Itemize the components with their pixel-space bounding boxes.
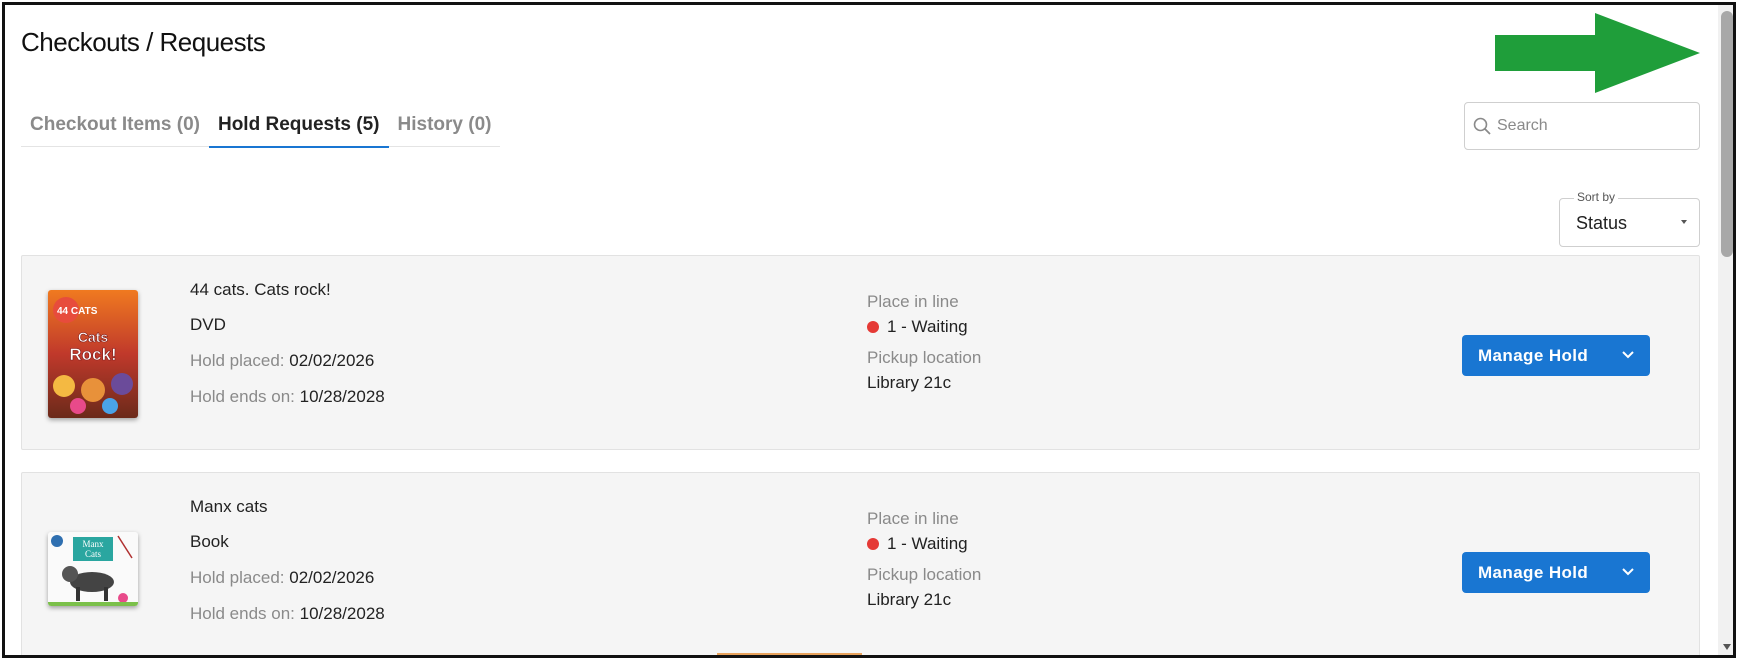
sort-label: Sort by (1574, 190, 1619, 204)
cover-image[interactable]: 44 CATS Cats Rock! (48, 290, 138, 418)
dvd-cover-art: 44 CATS Cats Rock! (48, 290, 138, 418)
search-box[interactable] (1464, 102, 1700, 150)
hold-ends-label: Hold ends on: (190, 387, 295, 406)
svg-text:Manx: Manx (83, 539, 104, 549)
page-title: Checkouts / Requests (21, 27, 266, 57)
pickup-location-label: Pickup location (867, 565, 982, 584)
scrollbar-thumb[interactable] (1721, 11, 1733, 257)
svg-text:Rock!: Rock! (69, 345, 116, 364)
sort-value: Status (1576, 213, 1628, 233)
pickup-location-label: Pickup location (867, 348, 982, 367)
tab-checkout-items[interactable]: Checkout Items (0) (21, 105, 209, 147)
cover-logo: 44 CATS (57, 306, 98, 317)
vertical-scrollbar[interactable] (1718, 5, 1733, 655)
scroll-indicator (717, 653, 862, 655)
book-cover-art: Manx Cats (48, 532, 138, 606)
place-in-line-value: 1 - Waiting (887, 317, 968, 336)
manage-hold-button[interactable]: Manage Hold (1462, 335, 1650, 376)
hold-card: Manx Cats Manx cats Book Hold placed: 02… (21, 472, 1700, 655)
hold-ends-date: 10/28/2028 (299, 604, 385, 623)
tab-history[interactable]: History (0) (389, 105, 501, 147)
tab-hold-requests[interactable]: Hold Requests (5) (208, 105, 389, 148)
scroll-down-arrow-icon[interactable] (1723, 644, 1731, 650)
chevron-down-icon (1622, 351, 1634, 359)
hold-placed-date: 02/02/2026 (289, 568, 375, 587)
hold-placed-label: Hold placed: (190, 568, 285, 587)
item-title[interactable]: Manx cats (190, 497, 267, 517)
manage-hold-label: Manage Hold (1478, 345, 1589, 365)
search-input[interactable] (1497, 117, 1687, 135)
place-in-line: 1 - Waiting (867, 534, 968, 554)
caret-down-icon (1681, 220, 1687, 224)
hold-placed: Hold placed: 02/02/2026 (190, 351, 374, 371)
item-format: DVD (190, 315, 226, 334)
place-in-line-label: Place in line (867, 509, 959, 528)
annotation-arrow-icon (1495, 13, 1700, 93)
search-icon (1473, 117, 1491, 135)
hold-placed: Hold placed: 02/02/2026 (190, 568, 374, 588)
chevron-down-icon (1622, 568, 1634, 576)
place-in-line-value: 1 - Waiting (887, 534, 968, 553)
cover-image[interactable]: Manx Cats (48, 532, 138, 606)
status-dot-icon (867, 321, 879, 333)
app-frame: Checkouts / Requests Checkout Items (0) … (2, 2, 1736, 658)
hold-ends: Hold ends on: 10/28/2028 (190, 604, 385, 624)
pickup-location-value: Library 21c (867, 590, 952, 609)
hold-ends-date: 10/28/2028 (299, 387, 385, 406)
manage-hold-button[interactable]: Manage Hold (1462, 552, 1650, 593)
tab-bar: Checkout Items (0) Hold Requests (5) His… (21, 105, 501, 148)
sort-select[interactable]: Sort by Status (1559, 190, 1700, 247)
hold-placed-date: 02/02/2026 (289, 351, 375, 370)
item-format: Book (190, 532, 229, 551)
item-title[interactable]: 44 cats. Cats rock! (190, 280, 331, 300)
pickup-location-value: Library 21c (867, 373, 952, 392)
place-in-line-label: Place in line (867, 292, 959, 311)
status-dot-icon (867, 538, 879, 550)
svg-text:Cats: Cats (85, 549, 101, 559)
hold-ends-label: Hold ends on: (190, 604, 295, 623)
manage-hold-label: Manage Hold (1478, 562, 1589, 582)
hold-card: 44 CATS Cats Rock! 44 cats. Cats rock! D… (21, 255, 1700, 450)
hold-ends: Hold ends on: 10/28/2028 (190, 387, 385, 407)
svg-text:Cats: Cats (78, 329, 109, 345)
place-in-line: 1 - Waiting (867, 317, 968, 337)
hold-placed-label: Hold placed: (190, 351, 285, 370)
